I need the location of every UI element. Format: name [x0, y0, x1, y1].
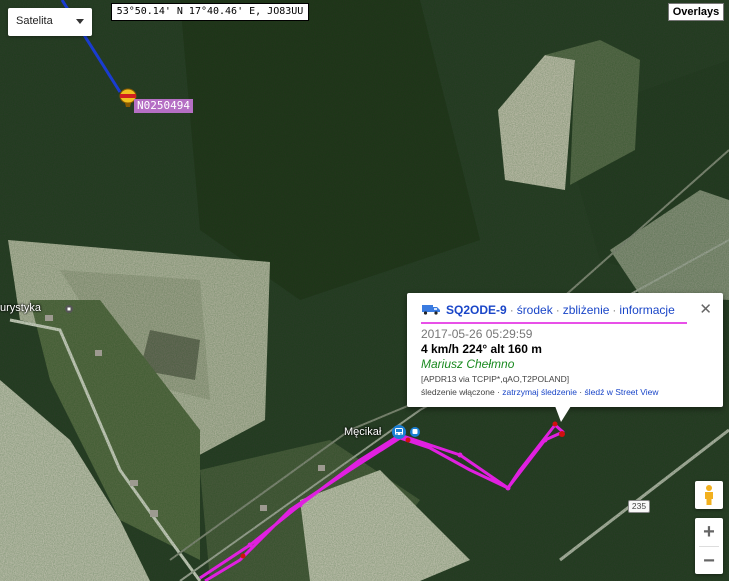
packet-path: [APDR13 via TCPIP*,qAO,T2POLAND] — [421, 374, 570, 384]
station-label[interactable]: N0250494 — [134, 99, 193, 113]
popup-tail — [555, 406, 571, 422]
van-icon — [421, 303, 441, 318]
train-icon[interactable] — [392, 425, 406, 439]
overlays-button[interactable]: Overlays — [668, 3, 724, 21]
tracking-status: śledzenie włączone · — [421, 387, 500, 397]
stop-tracking-link[interactable]: zatrzymaj śledzenie — [502, 387, 577, 397]
station-info-popup: SQ2ODE-9 · środek · zbliżenie · informac… — [407, 293, 723, 422]
zoom-in-button[interactable]: + — [695, 518, 723, 546]
pegman-icon[interactable] — [695, 481, 723, 509]
center-link[interactable]: środek — [517, 303, 553, 317]
info-link[interactable]: informacje — [619, 303, 674, 317]
coordinates-readout: 53°50.14' N 17°40.46' E, JO83UU — [111, 3, 309, 21]
street-view-link[interactable]: śledź w Street View — [585, 387, 659, 397]
map-type-selector[interactable]: Satelita — [8, 8, 92, 36]
satellite-map[interactable] — [0, 0, 729, 581]
timestamp: 2017-05-26 05:29:59 — [421, 327, 533, 341]
map-type-label: Satelita — [16, 15, 53, 27]
zoom-link[interactable]: zbliżenie — [563, 303, 610, 317]
close-icon[interactable]: ✕ — [699, 300, 712, 318]
popup-divider — [421, 322, 687, 324]
place-label-turystyka: urystyka — [0, 302, 41, 314]
speed-heading-altitude: 4 km/h 224° alt 160 m — [421, 342, 542, 356]
zoom-control: + − — [695, 518, 723, 574]
bus-icon[interactable] — [410, 427, 420, 437]
station-comment: Mariusz Chełmno — [421, 357, 515, 371]
tracking-line: śledzenie włączone · zatrzymaj śledzenie… — [421, 387, 659, 397]
callsign-link[interactable]: SQ2ODE-9 — [446, 303, 507, 317]
poi-pin-icon[interactable] — [65, 305, 73, 313]
chevron-down-icon — [76, 19, 84, 24]
road-shield: 235 — [628, 500, 650, 513]
place-label-mecikal: Męcikał — [344, 426, 382, 438]
zoom-out-button[interactable]: − — [695, 547, 723, 575]
